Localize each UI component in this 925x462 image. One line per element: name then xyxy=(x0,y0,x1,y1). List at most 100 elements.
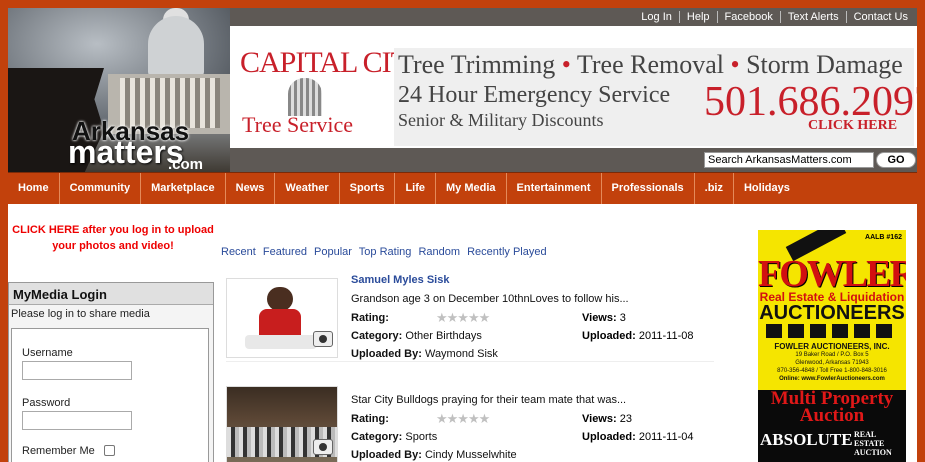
ad-address3: 870-356-4848 / Toll Free 1-800-848-3016 xyxy=(777,368,887,374)
tab-recently-played[interactable]: Recently Played xyxy=(467,246,547,258)
password-label: Password xyxy=(22,397,71,409)
ad-promo-line2: Auction xyxy=(799,405,865,426)
banner-click-here[interactable]: CLICK HERE xyxy=(808,118,897,134)
fowler-auctioneers-ad[interactable]: AALB #162 FOWLER Real Estate & Liquidati… xyxy=(758,230,906,462)
capital-city-logo: CAPITAL CITY Tree Service xyxy=(240,46,430,137)
contact-us-link[interactable]: Contact Us xyxy=(845,11,915,23)
views-field: Views: 3 xyxy=(582,312,626,324)
media-description: Star City Bulldogs praying for their tea… xyxy=(351,394,627,406)
category-value: Sports xyxy=(405,431,438,443)
banner-services: Tree Trimming • Tree Removal • Storm Dam… xyxy=(398,50,903,80)
text-alerts-link[interactable]: Text Alerts xyxy=(779,11,846,23)
main-nav: Home Community Marketplace News Weather … xyxy=(8,172,917,204)
banner-copy: Tree Trimming • Tree Removal • Storm Dam… xyxy=(394,48,917,146)
nav-life[interactable]: Life xyxy=(395,173,437,204)
banner-ad[interactable]: CAPITAL CITY Tree Service Tree Trimming … xyxy=(230,26,917,148)
category-label: Category: xyxy=(351,330,403,342)
nav-weather[interactable]: Weather xyxy=(275,173,340,204)
username-input[interactable] xyxy=(22,361,132,380)
views-value: 23 xyxy=(619,413,632,425)
media-thumbnail[interactable] xyxy=(226,278,338,358)
remember-me-label: Remember Me xyxy=(22,445,95,457)
nav-entertainment[interactable]: Entertainment xyxy=(507,173,602,204)
camera-icon xyxy=(313,439,333,455)
ad-promo: Multi Property Auction xyxy=(758,389,906,426)
uploaded-by-field: Uploaded By: Cindy Musselwhite xyxy=(351,449,517,461)
category-label: Category: xyxy=(351,431,403,443)
uploaded-by-field: Uploaded By: Waymond Sisk xyxy=(351,348,498,360)
ad-auction: AUCTION xyxy=(854,448,892,457)
login-title: MyMedia Login xyxy=(9,283,213,305)
search-go-button[interactable]: GO xyxy=(876,152,916,168)
search-input[interactable] xyxy=(704,152,874,168)
category-field: Category: Other Birthdays xyxy=(351,330,482,342)
uploaded-field: Uploaded: 2011-11-04 xyxy=(582,431,693,443)
uploaded-by-label: Uploaded By: xyxy=(351,449,422,461)
rating-label-text: Rating: xyxy=(351,312,389,324)
ad-tag: AALB #162 xyxy=(865,234,902,241)
upload-notice-link[interactable]: CLICK HERE after you log in to upload yo… xyxy=(8,222,218,254)
password-input[interactable] xyxy=(22,411,132,430)
views-field: Views: 23 xyxy=(582,413,632,425)
remember-me-checkbox[interactable] xyxy=(104,445,115,456)
uploaded-value: 2011-11-08 xyxy=(638,330,694,342)
uploaded-by-value: Cindy Musselwhite xyxy=(424,449,517,461)
thumb-bench xyxy=(245,335,317,349)
nav-sports[interactable]: Sports xyxy=(340,173,396,204)
nav-home[interactable]: Home xyxy=(8,173,60,204)
help-link[interactable]: Help xyxy=(678,11,717,23)
category-value: Other Birthdays xyxy=(405,330,482,342)
bullet-sep: • xyxy=(561,50,571,79)
item-divider xyxy=(226,361,714,362)
banner-discounts: Senior & Military Discounts xyxy=(398,110,604,130)
upload-notice-line2: your photos and video! xyxy=(52,240,174,252)
banner-emergency: 24 Hour Emergency Service xyxy=(398,82,671,108)
page-frame: Arkansas matters .com Log In Help Facebook… xyxy=(0,0,925,462)
media-tabs: Recent Featured Popular Top Rating Rando… xyxy=(221,246,551,258)
mymedia-login-panel: MyMedia Login Please log in to share med… xyxy=(8,282,214,462)
tab-recent[interactable]: Recent xyxy=(221,246,256,258)
ad-real-estate-auction: REAL ESTATE AUCTION xyxy=(854,430,906,457)
nav-marketplace[interactable]: Marketplace xyxy=(141,173,226,204)
service-removal: Tree Removal xyxy=(576,50,724,79)
ad-company: FOWLER AUCTIONEERS, INC. xyxy=(774,342,890,351)
facebook-link[interactable]: Facebook xyxy=(716,11,780,23)
nav-holidays[interactable]: Holidays xyxy=(734,173,800,204)
nav-community[interactable]: Community xyxy=(60,173,142,204)
nav-biz[interactable]: .biz xyxy=(695,173,734,204)
views-value: 3 xyxy=(619,312,626,324)
rating-stars-icon[interactable]: ★★★★★ xyxy=(436,411,490,427)
media-thumbnail[interactable] xyxy=(226,386,338,462)
nav-professionals[interactable]: Professionals xyxy=(602,173,695,204)
tab-top-rating[interactable]: Top Rating xyxy=(359,246,412,258)
service-storm: Storm Damage xyxy=(746,50,903,79)
login-link[interactable]: Log In xyxy=(634,11,679,23)
tab-random[interactable]: Random xyxy=(418,246,460,258)
ad-address4: Online: www.FowlerAuctioneers.com xyxy=(779,376,885,382)
media-description: Grandson age 3 on December 10thnLoves to… xyxy=(351,293,629,305)
views-label: Views: xyxy=(582,312,617,324)
tab-featured[interactable]: Featured xyxy=(263,246,307,258)
thumb-head xyxy=(267,287,293,311)
capitol-building-icon xyxy=(288,78,322,116)
uploaded-value: 2011-11-04 xyxy=(638,431,694,443)
ad-address2: Glenwood, Arkansas 71943 xyxy=(795,360,869,366)
category-field: Category: Sports xyxy=(351,431,437,443)
media-item: Star City Bulldogs praying for their tea… xyxy=(226,386,716,462)
uploaded-by-value: Waymond Sisk xyxy=(424,348,498,360)
login-subtitle: Please log in to share media xyxy=(11,308,150,320)
media-item: Samuel Myles Sisk Grandson age 3 on Dece… xyxy=(226,274,716,360)
bullet-sep: • xyxy=(730,50,740,79)
media-title[interactable]: Samuel Myles Sisk xyxy=(351,274,449,286)
service-trimming: Tree Trimming xyxy=(398,50,556,79)
nav-my-media[interactable]: My Media xyxy=(436,173,507,204)
logo-text-com: .com xyxy=(168,156,204,172)
site-logo[interactable]: Arkansas matters .com xyxy=(8,8,230,172)
ad-line2: AUCTIONEERS xyxy=(759,302,905,324)
uploaded-label: Uploaded: xyxy=(582,330,636,342)
uploaded-label: Uploaded: xyxy=(582,431,636,443)
nav-news[interactable]: News xyxy=(226,173,276,204)
ad-absolute: ABSOLUTE xyxy=(760,430,853,449)
rating-stars-icon[interactable]: ★★★★★ xyxy=(436,310,490,326)
tab-popular[interactable]: Popular xyxy=(314,246,352,258)
